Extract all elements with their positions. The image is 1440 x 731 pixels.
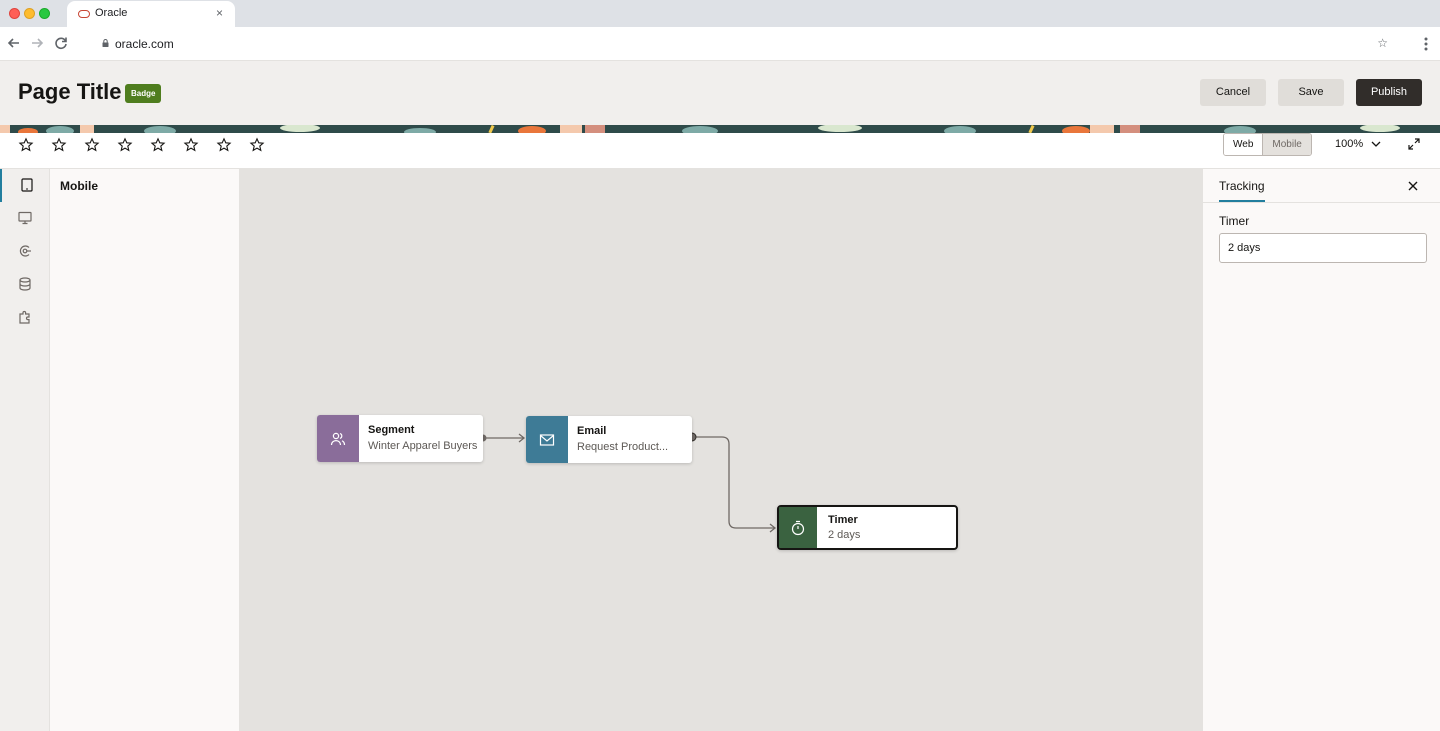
rail-item-extensions[interactable] bbox=[0, 301, 50, 334]
browser-menu-icon[interactable] bbox=[1420, 35, 1432, 53]
segment-node-subtitle: Winter Apparel Buyers bbox=[368, 440, 478, 452]
inspector-divider bbox=[1203, 202, 1440, 203]
reload-icon[interactable] bbox=[52, 34, 70, 52]
email-node-title: Email bbox=[577, 425, 607, 437]
expand-icon[interactable] bbox=[1407, 137, 1421, 151]
address-bar[interactable]: oracle.com ☆ bbox=[90, 30, 1400, 58]
flow-icon bbox=[19, 245, 31, 257]
timer-node-icon-box bbox=[779, 507, 817, 548]
timer-field-label: Timer bbox=[1219, 214, 1250, 228]
side-panel: Mobile bbox=[50, 169, 240, 731]
inspector-panel: Tracking Timer bbox=[1202, 169, 1440, 731]
tablet-icon bbox=[21, 178, 33, 192]
database-icon bbox=[19, 277, 31, 291]
decorative-banner bbox=[0, 125, 1440, 133]
browser-tab[interactable]: Oracle × bbox=[67, 1, 235, 27]
back-icon[interactable] bbox=[5, 34, 23, 52]
star-icon[interactable] bbox=[216, 137, 232, 153]
window-maximize-button[interactable] bbox=[39, 8, 50, 19]
star-icon[interactable] bbox=[51, 137, 67, 153]
page-header: Page Title Badge Cancel Save Publish bbox=[0, 61, 1440, 125]
status-badge: Badge bbox=[125, 84, 162, 103]
browser-toolbar: oracle.com ☆ bbox=[0, 27, 1440, 61]
forward-icon[interactable] bbox=[28, 34, 46, 52]
flow-canvas[interactable]: Segment Winter Apparel Buyers Email Requ… bbox=[240, 169, 1202, 731]
star-icon[interactable] bbox=[117, 137, 133, 153]
url-text: oracle.com bbox=[115, 37, 174, 51]
connector-email-timer bbox=[687, 432, 777, 533]
email-node-subtitle: Request Product... bbox=[577, 441, 669, 453]
cancel-button[interactable]: Cancel bbox=[1200, 79, 1266, 106]
view-toggle: Web Mobile bbox=[1223, 133, 1312, 156]
close-icon[interactable] bbox=[1407, 180, 1419, 192]
star-icon[interactable] bbox=[84, 137, 100, 153]
star-icon[interactable] bbox=[18, 137, 34, 153]
lock-icon bbox=[102, 39, 109, 47]
zoom-level[interactable]: 100% bbox=[1335, 138, 1363, 150]
connector-segment-email bbox=[479, 433, 526, 443]
segment-node-title: Segment bbox=[368, 424, 415, 436]
window-minimize-button[interactable] bbox=[24, 8, 35, 19]
page-title: Page Title bbox=[18, 79, 122, 104]
mail-icon bbox=[539, 433, 555, 446]
puzzle-icon bbox=[19, 310, 30, 324]
left-rail bbox=[0, 169, 50, 731]
tab-tracking[interactable]: Tracking bbox=[1219, 179, 1265, 202]
email-node-icon-box bbox=[526, 416, 568, 463]
star-icon[interactable] bbox=[150, 137, 166, 153]
tab-close-icon[interactable]: × bbox=[216, 6, 223, 20]
bookmark-star-icon[interactable]: ☆ bbox=[1377, 36, 1388, 50]
email-node[interactable]: Email Request Product... bbox=[526, 416, 692, 463]
star-icon[interactable] bbox=[249, 137, 265, 153]
stopwatch-icon bbox=[791, 520, 805, 535]
segment-node[interactable]: Segment Winter Apparel Buyers bbox=[317, 415, 483, 462]
timer-node[interactable]: Timer 2 days bbox=[777, 505, 958, 550]
chevron-down-icon[interactable] bbox=[1370, 138, 1382, 150]
rail-item-flow[interactable] bbox=[0, 235, 50, 268]
browser-tab-bar: Oracle × bbox=[0, 0, 1440, 27]
view-web-button[interactable]: Web bbox=[1224, 134, 1263, 155]
users-icon bbox=[330, 432, 346, 445]
save-button[interactable]: Save bbox=[1278, 79, 1344, 106]
rail-item-mobile[interactable] bbox=[0, 169, 50, 202]
rail-item-data[interactable] bbox=[0, 268, 50, 301]
segment-node-icon-box bbox=[317, 415, 359, 462]
oracle-logo-icon bbox=[78, 10, 90, 18]
window-close-button[interactable] bbox=[9, 8, 20, 19]
view-mobile-button[interactable]: Mobile bbox=[1262, 134, 1311, 155]
timer-node-subtitle: 2 days bbox=[828, 529, 861, 541]
publish-button[interactable]: Publish bbox=[1356, 79, 1422, 106]
timer-input[interactable] bbox=[1219, 233, 1427, 263]
side-panel-title: Mobile bbox=[60, 179, 98, 193]
timer-node-title: Timer bbox=[828, 514, 858, 526]
tab-title: Oracle bbox=[95, 7, 128, 19]
editor-toolbar: Web Mobile 100% bbox=[0, 133, 1440, 169]
star-icon[interactable] bbox=[183, 137, 199, 153]
monitor-icon bbox=[18, 211, 32, 225]
rail-item-web[interactable] bbox=[0, 202, 50, 235]
